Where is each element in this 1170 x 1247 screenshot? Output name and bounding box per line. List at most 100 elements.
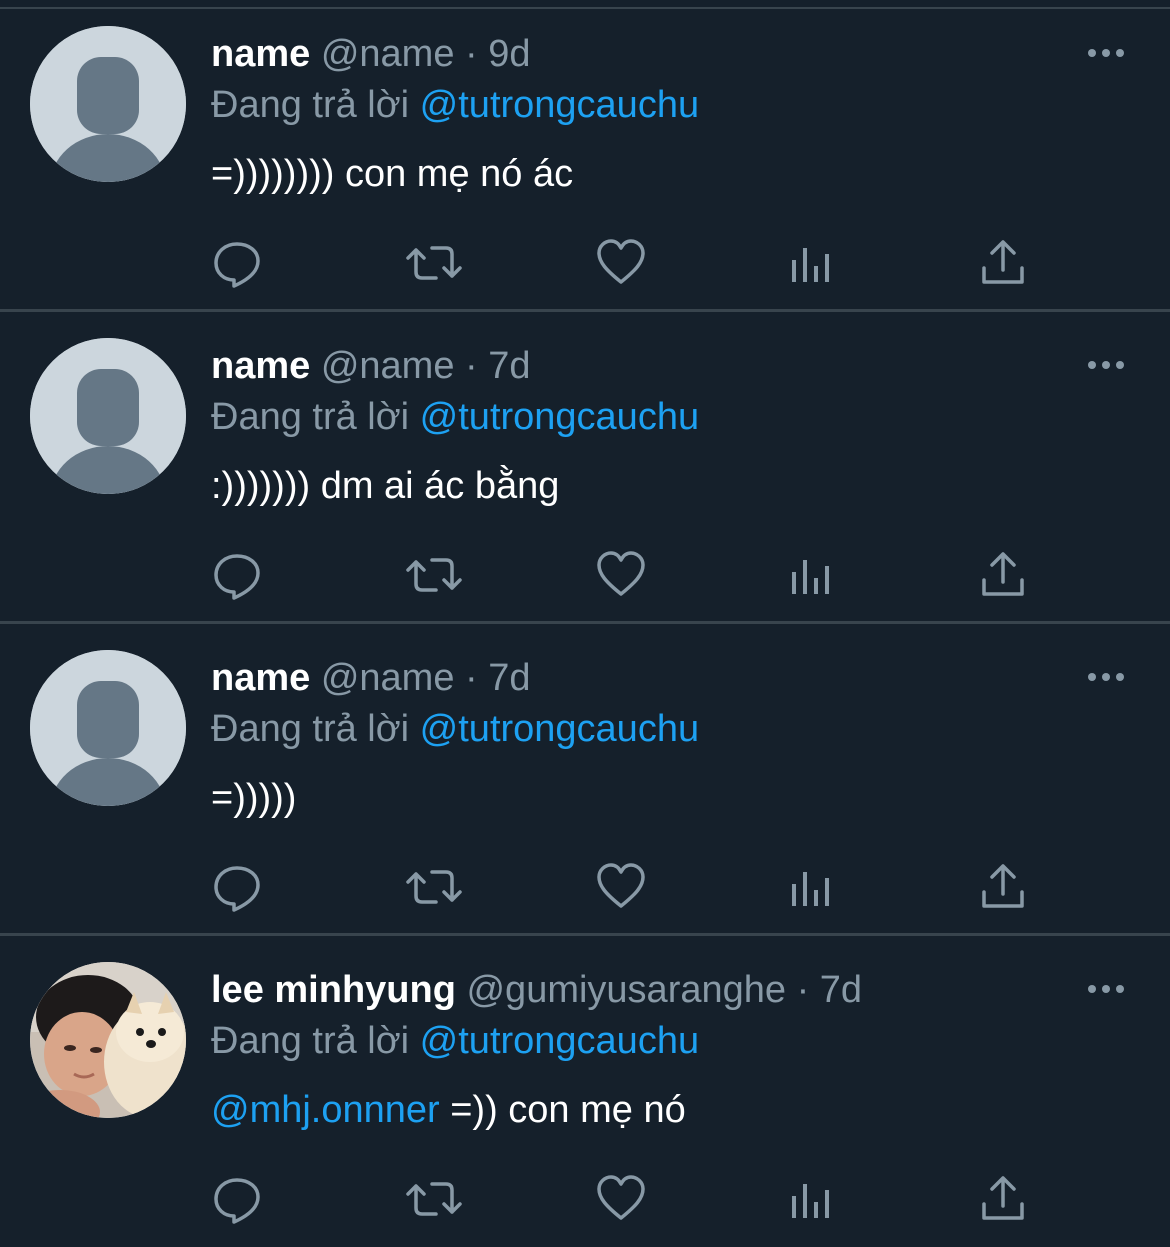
handle[interactable]: @gumiyusaranghe (466, 969, 786, 1011)
like-button[interactable] (596, 862, 646, 912)
display-name[interactable]: lee minhyung (211, 969, 456, 1011)
retweet-button[interactable] (404, 238, 462, 288)
replying-to-mention[interactable]: @tutrongcauchu (420, 708, 699, 750)
retweet-icon (406, 246, 462, 280)
tweet-body: :))))))) dm ai ác bằng (211, 465, 560, 507)
separator: · (465, 33, 478, 75)
more-dot (1102, 673, 1110, 681)
retweet-button[interactable] (404, 550, 462, 600)
avatar[interactable] (30, 338, 186, 494)
reply-timeline: name @name · 9d Đang trả lời @tutrongcau… (0, 0, 1170, 1247)
tweet-actions (212, 862, 1042, 912)
more-dot (1116, 985, 1124, 993)
more-dot (1116, 361, 1124, 369)
like-button[interactable] (596, 550, 646, 600)
handle[interactable]: @name (321, 33, 455, 75)
tweet-item[interactable]: name @name · 9d Đang trả lời @tutrongcau… (0, 0, 1170, 312)
tweet-item[interactable]: name @name · 7d Đang trả lời @tutrongcau… (0, 624, 1170, 936)
tweet-actions (212, 238, 1042, 288)
tweet-header: lee minhyung @gumiyusaranghe · 7d (211, 966, 862, 1014)
like-button[interactable] (596, 1174, 646, 1224)
tweet-body: =)))))))) con mẹ nó ác (211, 153, 574, 195)
heart-icon (597, 863, 645, 908)
retweet-icon (406, 870, 462, 904)
reply-button[interactable] (212, 862, 262, 912)
tweet-header: name @name · 7d (211, 654, 531, 702)
more-button[interactable] (1084, 662, 1128, 692)
heart-icon (597, 551, 645, 596)
replying-to-label: Đang trả lời (211, 396, 410, 438)
timestamp[interactable]: 7d (820, 969, 862, 1011)
share-button[interactable] (978, 550, 1028, 600)
tweet-body: =))))) (211, 777, 297, 819)
reply-icon (214, 866, 260, 912)
replying-to-mention[interactable]: @tutrongcauchu (420, 1020, 699, 1062)
tweet-item[interactable]: name @name · 7d Đang trả lời @tutrongcau… (0, 312, 1170, 624)
tweet-item[interactable]: lee minhyung @gumiyusaranghe · 7d Đang t… (0, 936, 1170, 1247)
display-name[interactable]: name (211, 33, 310, 75)
share-button[interactable] (978, 238, 1028, 288)
more-dot (1088, 985, 1096, 993)
tweet-actions (212, 550, 1042, 600)
handle[interactable]: @name (321, 345, 455, 387)
analytics-icon (792, 872, 829, 906)
avatar[interactable] (30, 962, 186, 1118)
replying-to-mention[interactable]: @tutrongcauchu (420, 396, 699, 438)
avatar[interactable] (30, 650, 186, 806)
timestamp[interactable]: 9d (488, 33, 530, 75)
share-button[interactable] (978, 1174, 1028, 1224)
replying-to-label: Đang trả lời (211, 84, 410, 126)
reply-icon (214, 1178, 260, 1224)
timestamp[interactable]: 7d (488, 657, 530, 699)
tweet-actions (212, 1174, 1042, 1224)
analytics-icon (792, 248, 829, 282)
more-button[interactable] (1084, 38, 1128, 68)
more-dot (1102, 49, 1110, 57)
analytics-icon (792, 1184, 829, 1218)
retweet-icon (406, 1182, 462, 1216)
replying-to: Đang trả lời @tutrongcauchu (211, 81, 699, 129)
analytics-icon (792, 560, 829, 594)
more-dot (1102, 985, 1110, 993)
more-dot (1088, 49, 1096, 57)
heart-icon (597, 1175, 645, 1220)
separator: · (465, 657, 478, 699)
more-dot (1088, 361, 1096, 369)
share-button[interactable] (978, 862, 1028, 912)
tweet-header: name @name · 9d (211, 30, 531, 78)
reply-button[interactable] (212, 550, 262, 600)
share-icon (982, 864, 1024, 908)
retweet-button[interactable] (404, 1174, 462, 1224)
tweet-text: @mhj.onnner =)) con mẹ nó (211, 1086, 686, 1134)
replying-to-mention[interactable]: @tutrongcauchu (420, 84, 699, 126)
share-icon (982, 552, 1024, 596)
replying-to: Đang trả lời @tutrongcauchu (211, 1017, 699, 1065)
replying-to-label: Đang trả lời (211, 1020, 410, 1062)
default-avatar-icon (30, 26, 186, 182)
analytics-button[interactable] (787, 862, 837, 912)
analytics-button[interactable] (787, 1174, 837, 1224)
retweet-icon (406, 558, 462, 592)
reply-icon (214, 554, 260, 600)
reply-button[interactable] (212, 1174, 262, 1224)
analytics-button[interactable] (787, 238, 837, 288)
timestamp[interactable]: 7d (488, 345, 530, 387)
handle[interactable]: @name (321, 657, 455, 699)
like-button[interactable] (596, 238, 646, 288)
retweet-button[interactable] (404, 862, 462, 912)
replying-to: Đang trả lời @tutrongcauchu (211, 393, 699, 441)
display-name[interactable]: name (211, 657, 310, 699)
replying-to-label: Đang trả lời (211, 708, 410, 750)
tweet-mention[interactable]: @mhj.onnner (211, 1089, 440, 1131)
more-button[interactable] (1084, 350, 1128, 380)
default-avatar-icon (30, 650, 186, 806)
share-icon (982, 1176, 1024, 1220)
reply-button[interactable] (212, 238, 262, 288)
more-button[interactable] (1084, 974, 1128, 1004)
display-name[interactable]: name (211, 345, 310, 387)
tweet-body: =)) con mẹ nó (439, 1089, 686, 1131)
tweet-header: name @name · 7d (211, 342, 531, 390)
analytics-button[interactable] (787, 550, 837, 600)
tweet-text: :))))))) dm ai ác bằng (211, 462, 559, 510)
avatar[interactable] (30, 26, 186, 182)
